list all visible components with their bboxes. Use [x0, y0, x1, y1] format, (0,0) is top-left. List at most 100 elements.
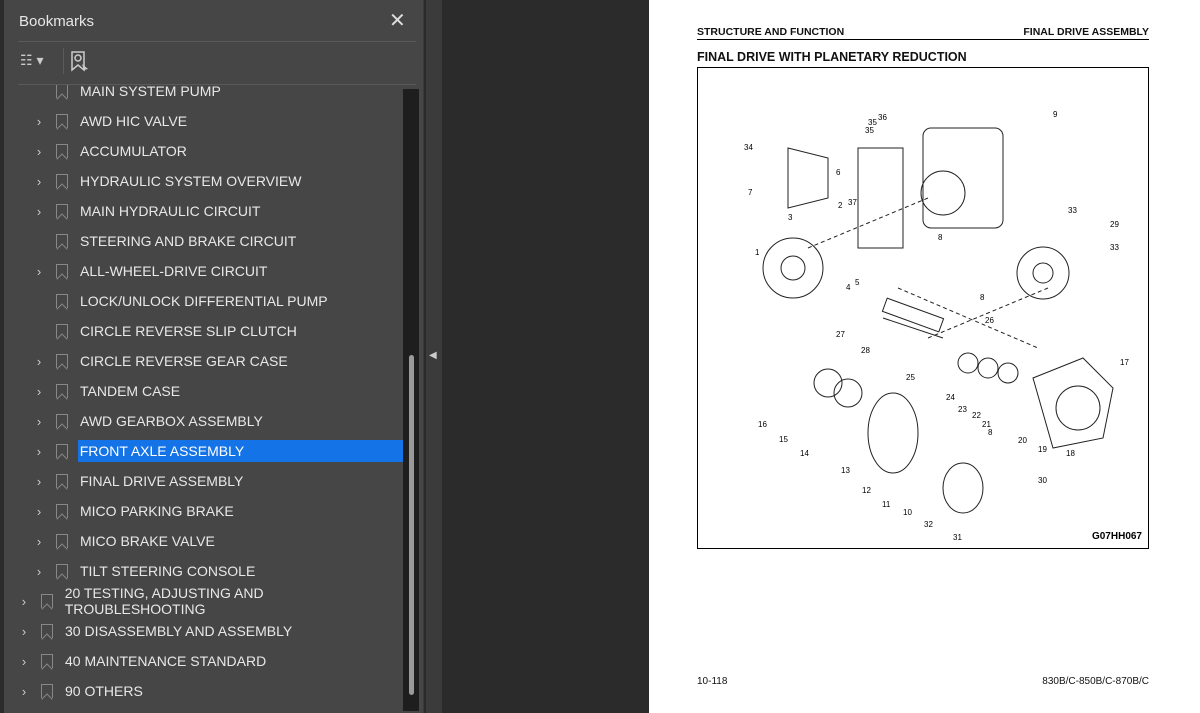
expand-chevron-icon[interactable]: ›	[32, 204, 46, 219]
part-callout: 28	[861, 346, 870, 355]
bookmark-icon	[56, 264, 68, 278]
bookmark-item[interactable]: › MICO PARKING BRAKE	[4, 498, 404, 524]
part-callout: 14	[800, 449, 809, 458]
part-callout: 34	[744, 143, 753, 152]
part-callout: 3	[788, 213, 793, 222]
bookmark-label: FRONT AXLE ASSEMBLY	[77, 440, 404, 462]
bookmark-item[interactable]: › ACCUMULATOR	[4, 138, 404, 164]
bookmark-label: MICO PARKING BRAKE	[80, 503, 234, 519]
bookmark-item[interactable]: LOCK/UNLOCK DIFFERENTIAL PUMP	[4, 288, 404, 314]
bookmark-item[interactable]: › 30 DISASSEMBLY AND ASSEMBLY	[4, 618, 404, 644]
expand-chevron-icon[interactable]: ›	[32, 474, 46, 489]
part-callout: 16	[758, 420, 767, 429]
expand-chevron-icon[interactable]: ›	[32, 564, 46, 579]
header-right: FINAL DRIVE ASSEMBLY	[1023, 26, 1149, 38]
part-callout: 29	[1110, 220, 1119, 229]
bookmark-icon	[56, 204, 68, 218]
part-callout: 33	[1068, 206, 1077, 215]
bookmark-icon	[56, 504, 68, 518]
bookmark-item[interactable]: › HYDRAULIC SYSTEM OVERVIEW	[4, 168, 404, 194]
find-bookmark-icon[interactable]	[70, 50, 90, 79]
bookmark-label: ALL-WHEEL-DRIVE CIRCUIT	[80, 263, 268, 279]
expand-chevron-icon[interactable]: ›	[32, 354, 46, 369]
part-callout: 35	[865, 126, 874, 135]
bookmark-item[interactable]: › 40 MAINTENANCE STANDARD	[4, 648, 404, 674]
part-callout: 2	[838, 201, 843, 210]
bookmark-icon	[55, 444, 68, 458]
bookmark-icon	[56, 324, 68, 338]
bookmark-icon	[56, 564, 68, 578]
header-left: STRUCTURE AND FUNCTION	[697, 26, 845, 38]
expand-chevron-icon[interactable]: ›	[17, 654, 31, 669]
expand-chevron-icon[interactable]: ›	[32, 144, 46, 159]
bookmark-icon	[56, 474, 68, 488]
part-callout: 8	[980, 293, 985, 302]
bookmark-item[interactable]: › 20 TESTING, ADJUSTING AND TROUBLESHOOTI…	[4, 585, 404, 617]
collapse-arrow-icon[interactable]: ◀	[429, 350, 437, 361]
bookmark-label: 20 TESTING, ADJUSTING AND TROUBLESHOOTIN…	[64, 585, 264, 617]
bookmark-item[interactable]: › TILT STEERING CONSOLE	[4, 558, 404, 584]
part-callout: 31	[953, 533, 962, 542]
bookmark-item[interactable]: › CIRCLE REVERSE GEAR CASE	[4, 348, 404, 374]
document-page: STRUCTURE AND FUNCTION FINAL DRIVE ASSEM…	[649, 0, 1200, 713]
expand-chevron-icon[interactable]: ›	[17, 624, 31, 639]
bookmark-icon	[56, 144, 68, 158]
expand-chevron-icon[interactable]: ›	[17, 684, 31, 699]
bookmark-item[interactable]: › MAIN HYDRAULIC CIRCUIT	[4, 198, 404, 224]
bookmark-label: ACCUMULATOR	[80, 143, 187, 159]
panel-splitter[interactable]: ◀	[426, 0, 442, 713]
bookmark-icon	[56, 174, 68, 188]
bookmark-item[interactable]: MAIN SYSTEM PUMP	[4, 85, 404, 104]
bookmark-item[interactable]: › AWD HIC VALVE	[4, 108, 404, 134]
part-callout: 30	[1038, 476, 1047, 485]
expand-chevron-icon[interactable]: ›	[32, 444, 46, 459]
bookmark-item[interactable]: › MICO BRAKE VALVE	[4, 528, 404, 554]
part-callout: 22	[972, 411, 981, 420]
bookmark-item[interactable]: › AWD GEARBOX ASSEMBLY	[4, 408, 404, 434]
bookmark-icon	[56, 85, 68, 98]
bookmark-label: LOCK/UNLOCK DIFFERENTIAL PUMP	[80, 293, 328, 309]
scrollbar-thumb[interactable]	[409, 355, 414, 695]
bookmark-tree: MAIN SYSTEM PUMP › AWD HIC VALVE › ACCUMULAT…	[4, 85, 404, 711]
bookmark-item[interactable]: › FINAL DRIVE ASSEMBLY	[4, 468, 404, 494]
expand-chevron-icon[interactable]: ›	[32, 174, 46, 189]
part-callout: 10	[903, 508, 912, 517]
bookmark-label: TANDEM CASE	[80, 383, 181, 399]
part-callout: 7	[748, 188, 753, 197]
bookmark-item[interactable]: STEERING AND BRAKE CIRCUIT	[4, 228, 404, 254]
expand-chevron-icon[interactable]: ›	[32, 114, 46, 129]
page-title: FINAL DRIVE WITH PLANETARY REDUCTION	[697, 50, 967, 64]
bookmark-label: TILT STEERING CONSOLE	[80, 563, 256, 579]
part-callout: 6	[836, 168, 841, 177]
part-callout: 17	[1120, 358, 1129, 367]
bookmark-label: FINAL DRIVE ASSEMBLY	[80, 473, 244, 489]
bookmark-icon	[56, 384, 68, 398]
bookmarks-panel: Bookmarks ✕ ☷ ▾ MAIN SYSTEM PUMP › AWD HIC…	[4, 0, 424, 713]
expand-chevron-icon[interactable]: ›	[32, 264, 46, 279]
part-callout: 5	[855, 278, 860, 287]
bookmark-label: 30 DISASSEMBLY AND ASSEMBLY	[65, 623, 293, 639]
bookmark-item[interactable]: CIRCLE REVERSE SLIP CLUTCH	[4, 318, 404, 344]
part-callout: 26	[985, 316, 994, 325]
expand-chevron-icon[interactable]: ›	[32, 384, 46, 399]
part-callout: 27	[836, 330, 845, 339]
bookmark-item[interactable]: › 90 OTHERS	[4, 678, 404, 704]
part-callout: 24	[946, 393, 955, 402]
close-icon[interactable]: ✕	[389, 8, 406, 33]
expand-chevron-icon[interactable]: ›	[32, 534, 46, 549]
list-options-icon[interactable]: ☷ ▾	[20, 52, 43, 69]
part-callout: 8	[938, 233, 943, 242]
bookmark-icon	[56, 534, 68, 548]
part-callout: 20	[1018, 436, 1027, 445]
expand-chevron-icon[interactable]: ›	[17, 594, 31, 609]
bookmark-label: MICO BRAKE VALVE	[80, 533, 215, 549]
expand-chevron-icon[interactable]: ›	[32, 414, 46, 429]
bookmark-label: CIRCLE REVERSE GEAR CASE	[80, 353, 288, 369]
bookmark-item[interactable]: › ALL-WHEEL-DRIVE CIRCUIT	[4, 258, 404, 284]
bookmark-item[interactable]: › FRONT AXLE ASSEMBLY	[4, 438, 404, 464]
bookmark-item[interactable]: › TANDEM CASE	[4, 378, 404, 404]
expand-chevron-icon[interactable]: ›	[32, 504, 46, 519]
divider	[63, 48, 64, 74]
diagram-drawing	[762, 127, 1114, 514]
bookmark-label: AWD HIC VALVE	[80, 113, 188, 129]
